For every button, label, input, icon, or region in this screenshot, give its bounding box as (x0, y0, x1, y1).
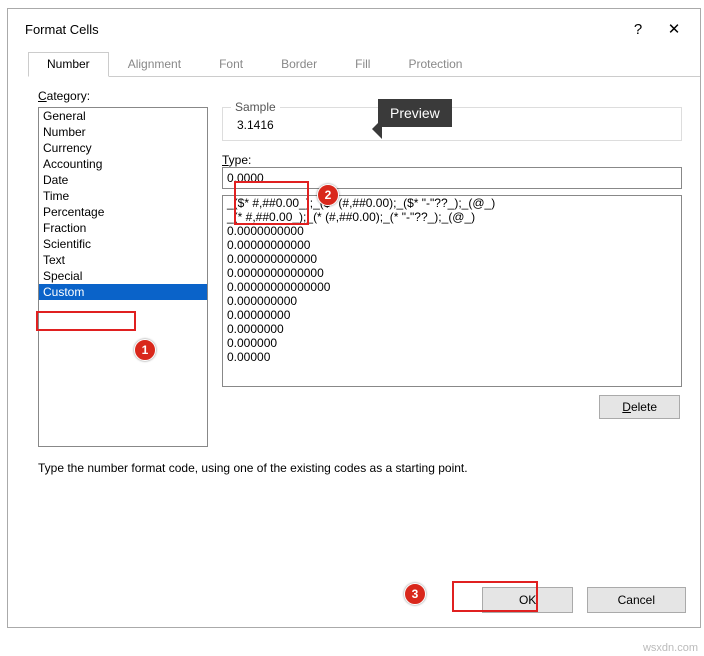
type-label: Type: (222, 153, 251, 167)
category-item-special[interactable]: Special (39, 268, 207, 284)
dialog-title: Format Cells (25, 22, 99, 37)
tab-fill[interactable]: Fill (336, 52, 389, 77)
category-item-custom[interactable]: Custom (39, 284, 207, 300)
tab-alignment[interactable]: Alignment (109, 52, 200, 77)
category-item-time[interactable]: Time (39, 188, 207, 204)
category-item-accounting[interactable]: Accounting (39, 156, 207, 172)
category-item-number[interactable]: Number (39, 124, 207, 140)
format-code-item[interactable]: 0.00000000000 (223, 238, 681, 252)
format-code-item[interactable]: 0.0000000000000 (223, 266, 681, 280)
sample-legend: Sample (231, 100, 280, 114)
format-code-item[interactable]: 0.0000000 (223, 322, 681, 336)
format-code-list[interactable]: _($* #,##0.00_);_($* (#,##0.00);_($* "-"… (222, 195, 682, 387)
type-input[interactable] (222, 167, 682, 189)
hint-text: Type the number format code, using one o… (38, 461, 682, 475)
format-code-item[interactable]: 0.000000000 (223, 294, 681, 308)
category-item-general[interactable]: General (39, 108, 207, 124)
category-item-fraction[interactable]: Fraction (39, 220, 207, 236)
format-code-item[interactable]: _(* #,##0.00_);_(* (#,##0.00);_(* "-"??_… (223, 210, 681, 224)
watermark: wsxdn.com (643, 642, 698, 654)
category-label: Category: (38, 89, 682, 103)
sample-value: 3.1416 (235, 118, 671, 132)
tab-protection[interactable]: Protection (389, 52, 481, 77)
category-item-currency[interactable]: Currency (39, 140, 207, 156)
cancel-button[interactable]: Cancel (587, 587, 686, 613)
tab-strip: Number Alignment Font Border Fill Protec… (28, 51, 700, 77)
format-code-item[interactable]: 0.0000000000 (223, 224, 681, 238)
category-item-text[interactable]: Text (39, 252, 207, 268)
help-button[interactable]: ? (620, 17, 656, 41)
category-item-date[interactable]: Date (39, 172, 207, 188)
dialog-footer: OK Cancel (482, 587, 686, 613)
badge-3: 3 (404, 583, 426, 605)
category-list[interactable]: General Number Currency Accounting Date … (38, 107, 208, 447)
ok-button[interactable]: OK (482, 587, 573, 613)
format-code-item[interactable]: _($* #,##0.00_);_($* (#,##0.00);_($* "-"… (223, 196, 681, 210)
close-button[interactable]: ✕ (656, 17, 692, 41)
category-item-percentage[interactable]: Percentage (39, 204, 207, 220)
tab-number[interactable]: Number (28, 52, 109, 77)
format-code-item[interactable]: 0.000000000000 (223, 252, 681, 266)
category-item-scientific[interactable]: Scientific (39, 236, 207, 252)
sample-group: Sample 3.1416 (222, 107, 682, 141)
format-code-item[interactable]: 0.00000 (223, 350, 681, 364)
tab-font[interactable]: Font (200, 52, 262, 77)
delete-button[interactable]: Delete (599, 395, 680, 419)
titlebar: Format Cells ? ✕ (8, 9, 700, 47)
tab-border[interactable]: Border (262, 52, 336, 77)
format-code-item[interactable]: 0.00000000 (223, 308, 681, 322)
format-code-item[interactable]: 0.000000 (223, 336, 681, 350)
format-cells-dialog: Format Cells ? ✕ Number Alignment Font B… (7, 8, 701, 628)
format-code-item[interactable]: 0.00000000000000 (223, 280, 681, 294)
